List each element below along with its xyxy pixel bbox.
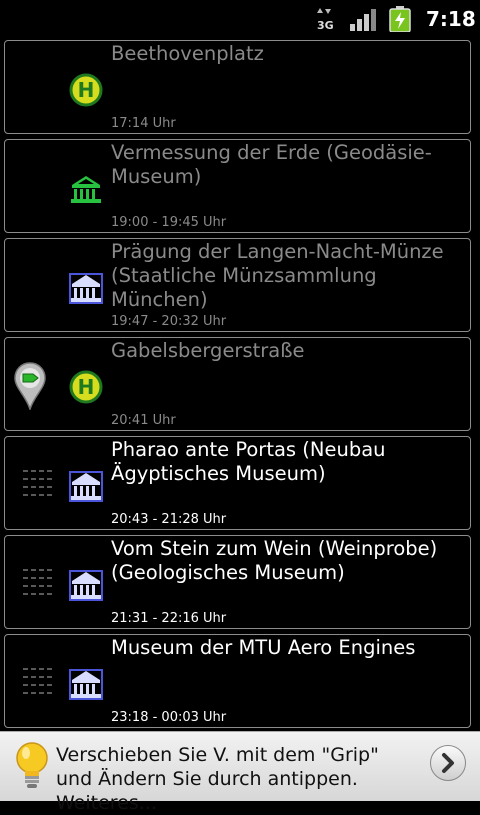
location-pin-icon[interactable] (14, 362, 46, 410)
list-item[interactable]: Vom Stein zum Wein (Weinprobe) (Geologis… (4, 535, 471, 629)
list-item[interactable]: Vermessung der Erde (Geodäsie-Museum) 19… (4, 139, 471, 233)
museum-icon (69, 471, 103, 502)
svg-text:3G: 3G (317, 19, 334, 31)
list-item[interactable]: H Gabelsbergerstraße 20:41 Uhr (4, 337, 471, 431)
stop-title: Museum der MTU Aero Engines (111, 636, 416, 659)
list-item[interactable]: Prägung der Langen-Nacht-Münze (Staatlic… (4, 238, 471, 332)
svg-text:H: H (78, 375, 95, 399)
hint-next-button[interactable] (430, 745, 466, 781)
status-bar: 3G 7:18 (0, 0, 480, 38)
battery-charging-icon (389, 6, 411, 32)
chevron-right-icon (442, 753, 454, 773)
museum-icon (69, 669, 103, 700)
bus-stop-icon: H (69, 73, 103, 107)
hint-text[interactable]: Verschieben Sie V. mit dem "Grip" und Än… (56, 743, 416, 815)
stop-title: Vom Stein zum Wein (Weinprobe) (Geologis… (111, 537, 438, 584)
lightbulb-icon (16, 742, 48, 788)
bus-stop-icon: H (69, 370, 103, 404)
list-item[interactable]: H Beethovenplatz 17:14 Uhr (4, 40, 471, 134)
stop-time: 19:00 - 19:45 Uhr (111, 215, 227, 230)
stop-time: 21:31 - 22:16 Uhr (111, 611, 227, 626)
grip-handle-icon[interactable] (21, 467, 55, 503)
signal-icon (350, 9, 376, 31)
list-item[interactable]: Pharao ante Portas (Neubau Ägyptisches M… (4, 436, 471, 530)
hint-bar[interactable]: Verschieben Sie V. mit dem "Grip" und Än… (0, 731, 480, 814)
list-item[interactable]: Museum der MTU Aero Engines 23:18 - 00:0… (4, 634, 471, 728)
grip-handle-icon[interactable] (21, 665, 55, 701)
data-3g-icon: 3G (317, 8, 334, 31)
stop-title: Vermessung der Erde (Geodäsie-Museum) (111, 141, 432, 188)
svg-text:H: H (78, 78, 95, 102)
clock: 7:18 (426, 7, 476, 31)
museum-icon (69, 273, 103, 304)
stop-title: Beethovenplatz (111, 42, 264, 65)
stop-title: Pharao ante Portas (Neubau Ägyptisches M… (111, 438, 386, 485)
grip-handle-icon[interactable] (21, 566, 55, 602)
stop-title: Gabelsbergerstraße (111, 339, 305, 362)
museum-icon (69, 570, 103, 601)
stop-title: Prägung der Langen-Nacht-Münze (Staatlic… (111, 240, 444, 311)
stop-time: 23:18 - 00:03 Uhr (111, 710, 227, 725)
stop-time: 19:47 - 20:32 Uhr (111, 314, 227, 329)
stop-time: 20:43 - 21:28 Uhr (111, 512, 227, 527)
stop-time: 20:41 Uhr (111, 413, 176, 428)
stop-time: 17:14 Uhr (111, 116, 176, 131)
itinerary-list[interactable]: H Beethovenplatz 17:14 Uhr Vermessung de… (4, 40, 471, 733)
museum-icon (71, 176, 101, 203)
